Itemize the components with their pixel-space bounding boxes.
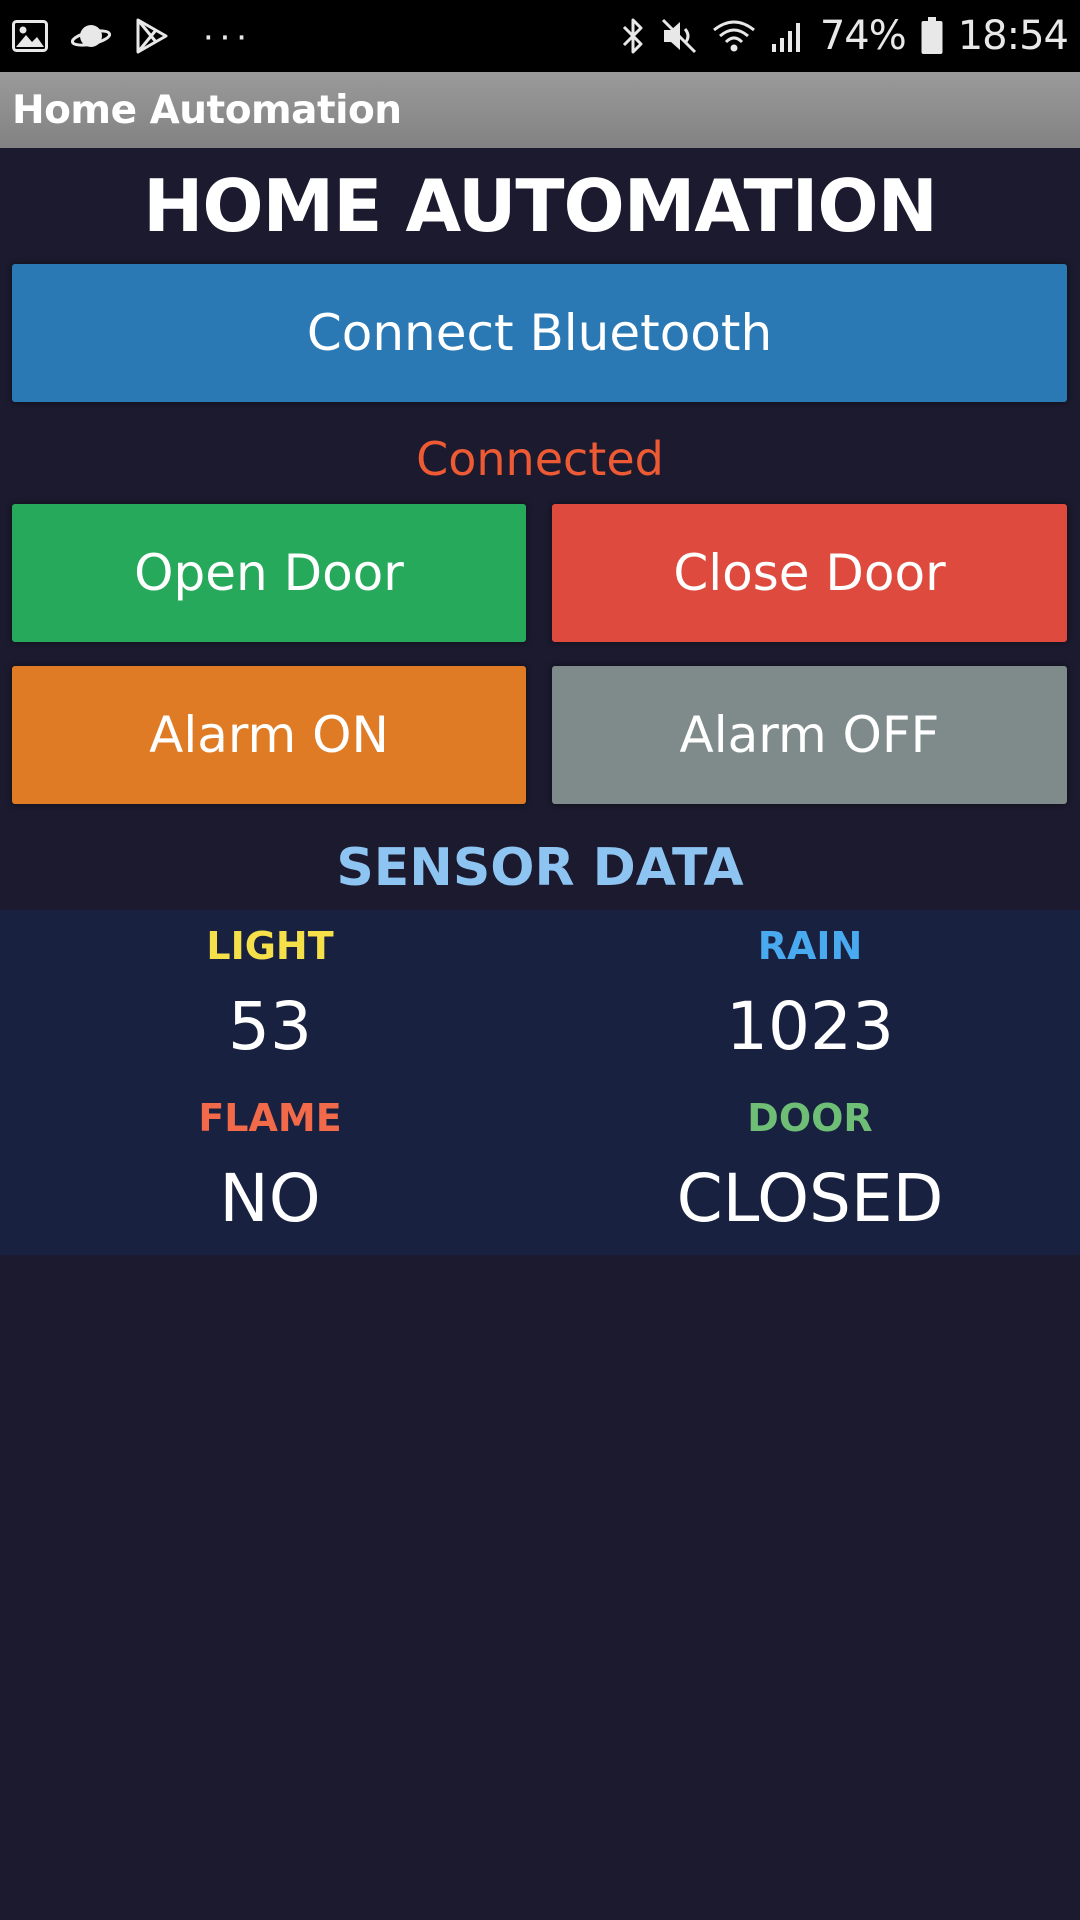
alarm-off-button[interactable]: Alarm OFF [552,666,1067,804]
status-left-icons: ··· [12,15,252,58]
gallery-icon [12,20,48,52]
rain-value: 1023 [726,988,894,1065]
door-label: DOOR [747,1096,873,1140]
bluetooth-icon [620,16,646,56]
connect-bluetooth-button[interactable]: Connect Bluetooth [12,264,1067,402]
flame-label: FLAME [198,1096,342,1140]
flame-sensor: FLAME NO [0,1096,540,1237]
sensor-data-heading: SENSOR DATA [336,838,744,898]
light-label: LIGHT [206,924,334,968]
play-store-icon [134,17,170,55]
signal-icon [770,18,806,54]
door-value: CLOSED [676,1160,944,1237]
saturn-icon [70,20,112,52]
light-sensor: LIGHT 53 [0,924,540,1065]
status-right-icons: 74% 18:54 [620,13,1069,59]
alarm-on-button[interactable]: Alarm ON [12,666,526,804]
battery-icon [920,16,944,56]
flame-value: NO [219,1160,321,1237]
open-door-button[interactable]: Open Door [12,504,526,642]
more-dots-icon: ··· [202,14,252,57]
rain-sensor: RAIN 1023 [540,924,1080,1065]
battery-percent: 74% [819,13,907,59]
page-title: HOME AUTOMATION [143,164,938,248]
sensor-panel: LIGHT 53 RAIN 1023 FLAME NO DOOR CLOSED [0,910,1080,1255]
app-bar: Home Automation [0,72,1080,148]
close-door-button[interactable]: Close Door [552,504,1067,642]
rain-label: RAIN [757,924,863,968]
light-value: 53 [228,988,312,1065]
status-bar: ··· 74% 18:54 [0,0,1080,72]
mute-icon [660,17,698,55]
connection-status: Connected [416,432,664,486]
door-sensor: DOOR CLOSED [540,1096,1080,1237]
wifi-icon [712,18,756,54]
app-bar-title: Home Automation [12,87,402,133]
clock: 18:54 [957,13,1069,59]
